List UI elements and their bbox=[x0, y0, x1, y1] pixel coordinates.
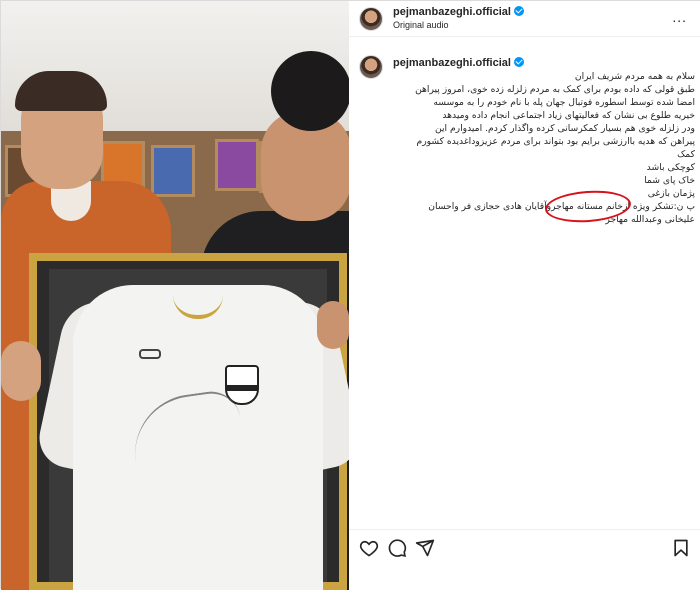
caption-line: پیراهن که هدیه باارزشی برایم بود بتواند … bbox=[416, 136, 696, 147]
white-jersey bbox=[73, 285, 323, 590]
caption-line: خاک پای شما bbox=[644, 175, 695, 186]
post-frame: pejmanbazeghi.official Original audio ..… bbox=[0, 0, 700, 590]
caption-avatar[interactable] bbox=[359, 55, 383, 79]
username-link[interactable]: pejmanbazeghi.official bbox=[393, 6, 511, 18]
more-options-icon[interactable]: ... bbox=[672, 9, 687, 25]
caption-line: سلام به همه مردم شریف ایران bbox=[574, 71, 695, 82]
thanks-suffix: وآقایان هادی حجازی فر واحسان bbox=[428, 201, 552, 212]
caption-line: کمک bbox=[677, 149, 695, 160]
header-username[interactable]: pejmanbazeghi.official bbox=[393, 6, 524, 18]
caption-line: امضا شده توسط اسطوره فوتبال جهان پله با … bbox=[433, 97, 695, 108]
caption-block: pejmanbazeghi.official سلام به همه مردم … bbox=[349, 47, 700, 517]
hand-left bbox=[1, 341, 41, 401]
caption-line: پژمان بازغی bbox=[647, 188, 695, 199]
caption-line: علیخانی وعبدالله مهاجر bbox=[605, 214, 695, 225]
heart-icon[interactable] bbox=[359, 538, 379, 558]
hand-right bbox=[317, 301, 349, 349]
verified-badge-icon bbox=[513, 6, 524, 16]
hair-right bbox=[271, 51, 349, 131]
caption-line: خیریه طلوع بی نشان که فعالیتهای زیاد اجت… bbox=[442, 110, 695, 121]
action-bar bbox=[349, 529, 700, 565]
jersey-neck bbox=[173, 295, 223, 319]
framed-jersey bbox=[29, 253, 349, 590]
caption-line: ودر زلزله خوی هم بسیار کمکرسانی کرده واگ… bbox=[434, 123, 695, 134]
autograph-signature bbox=[127, 387, 249, 493]
send-icon[interactable] bbox=[415, 538, 435, 558]
frame-mat bbox=[33, 269, 349, 590]
comment-icon[interactable] bbox=[387, 538, 407, 558]
thanks-prefix: پ ن:تشکر ویژه از bbox=[622, 201, 695, 212]
post-header: pejmanbazeghi.official Original audio ..… bbox=[349, 1, 700, 37]
audio-label[interactable]: Original audio bbox=[393, 20, 449, 30]
caption-thanks-line: پ ن:تشکر ویژه ازخانم مستانه مهاجروآقایان… bbox=[389, 200, 695, 213]
hair-left bbox=[15, 71, 107, 111]
post-panel: pejmanbazeghi.official Original audio ..… bbox=[349, 1, 700, 590]
bookmark-icon[interactable] bbox=[671, 538, 691, 558]
avatar[interactable] bbox=[359, 7, 383, 31]
caption-line: طبق قولی که داده بودم برای کمک به مردم ز… bbox=[415, 84, 695, 95]
post-media-image[interactable] bbox=[1, 1, 349, 590]
caption-line: کوچکی باشد bbox=[646, 162, 695, 173]
maker-logo bbox=[139, 349, 161, 359]
caption-text: سلام به همه مردم شریف ایران طبق قولی که … bbox=[389, 57, 695, 226]
circled-name: خانم مستانه مهاجر bbox=[551, 201, 623, 212]
